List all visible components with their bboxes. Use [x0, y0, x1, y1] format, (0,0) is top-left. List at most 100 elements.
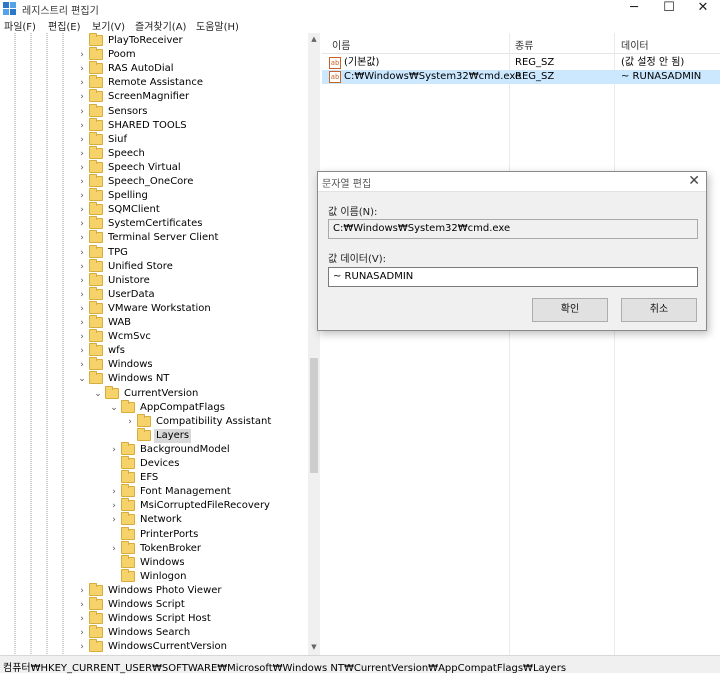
- expand-chevron-icon[interactable]: ›: [77, 175, 87, 189]
- tree-node[interactable]: › SystemCertificates: [0, 216, 305, 231]
- expand-chevron-icon[interactable]: ›: [77, 302, 87, 316]
- maximize-button[interactable]: ☐: [652, 0, 686, 17]
- expand-chevron-icon[interactable]: ›: [77, 203, 87, 217]
- value-name-field[interactable]: C:₩Windows₩System32₩cmd.exe: [328, 219, 698, 239]
- tree-node[interactable]: › ScreenMagnifier: [0, 89, 305, 104]
- expand-chevron-icon[interactable]: ›: [77, 358, 87, 372]
- tree-node[interactable]: EFS: [0, 470, 305, 485]
- expand-chevron-icon[interactable]: ›: [77, 147, 87, 161]
- expand-chevron-icon[interactable]: ›: [77, 105, 87, 119]
- expand-chevron-icon[interactable]: ›: [109, 513, 119, 527]
- tree-node[interactable]: › Speech Virtual: [0, 159, 305, 175]
- menu-favorites[interactable]: 즐겨찾기(A): [135, 18, 186, 33]
- menu-file[interactable]: 파일(F): [4, 18, 36, 33]
- tree-node[interactable]: › Font Management: [0, 484, 305, 499]
- expand-chevron-icon[interactable]: ›: [77, 133, 87, 147]
- expand-chevron-icon[interactable]: ›: [109, 499, 119, 513]
- column-data-header[interactable]: 데이터: [621, 37, 649, 52]
- dialog-close-icon[interactable]: ✕: [688, 173, 700, 189]
- tree-node[interactable]: › Unified Store: [0, 258, 305, 274]
- scroll-down-arrow-icon[interactable]: ▼: [308, 641, 320, 653]
- expand-chevron-icon[interactable]: ›: [77, 62, 87, 76]
- expand-chevron-icon[interactable]: ›: [77, 288, 87, 302]
- tree-node[interactable]: › Siuf: [0, 131, 305, 147]
- tree-node[interactable]: Devices: [0, 456, 305, 471]
- expand-chevron-icon[interactable]: ›: [77, 598, 87, 612]
- tree-node[interactable]: › WcmSvc: [0, 329, 305, 344]
- tree-node[interactable]: › Network: [0, 512, 305, 527]
- tree-node[interactable]: ⌄ Windows NT: [0, 371, 305, 386]
- expand-chevron-icon[interactable]: ›: [77, 161, 87, 175]
- tree-node[interactable]: › Speech_OneCore: [0, 174, 305, 189]
- expand-chevron-icon[interactable]: ›: [77, 119, 87, 133]
- collapse-chevron-icon[interactable]: ⌄: [93, 387, 103, 401]
- expand-chevron-icon[interactable]: ›: [77, 330, 87, 344]
- tree-node[interactable]: › SQMClient: [0, 202, 305, 217]
- tree-node[interactable]: › Unistore: [0, 272, 305, 288]
- tree-node[interactable]: PrinterPorts: [0, 526, 305, 542]
- expand-chevron-icon[interactable]: ›: [77, 231, 87, 245]
- tree-node[interactable]: › Windows Script: [0, 597, 305, 612]
- expand-chevron-icon[interactable]: ›: [77, 640, 87, 654]
- tree-node[interactable]: › Poom: [0, 47, 305, 62]
- tree-node[interactable]: › VMware Workstation: [0, 300, 305, 316]
- expand-chevron-icon[interactable]: ›: [77, 274, 87, 288]
- tree-node[interactable]: › Compatibility Assistant: [0, 413, 305, 429]
- expand-chevron-icon[interactable]: ›: [77, 344, 87, 358]
- tree-node[interactable]: › TPG: [0, 244, 305, 260]
- expand-chevron-icon[interactable]: ›: [77, 217, 87, 231]
- expand-chevron-icon[interactable]: ›: [77, 48, 87, 62]
- tree-node[interactable]: › Windows: [0, 357, 305, 372]
- close-button[interactable]: ✕: [686, 0, 720, 17]
- tree-node[interactable]: Winlogon: [0, 568, 305, 584]
- expand-chevron-icon[interactable]: ›: [77, 90, 87, 104]
- cancel-button[interactable]: 취소: [621, 298, 697, 322]
- expand-chevron-icon[interactable]: ›: [77, 626, 87, 640]
- expand-chevron-icon[interactable]: ›: [109, 542, 119, 556]
- value-data-field[interactable]: ~ RUNASADMIN: [328, 267, 698, 287]
- tree-node[interactable]: › TokenBroker: [0, 540, 305, 556]
- expand-chevron-icon[interactable]: ›: [77, 260, 87, 274]
- tree-node[interactable]: › UserData: [0, 286, 305, 302]
- column-type-header[interactable]: 종류: [515, 37, 533, 52]
- expand-chevron-icon[interactable]: ›: [125, 415, 135, 429]
- tree-node[interactable]: › Speech: [0, 145, 305, 161]
- scrollbar-thumb[interactable]: [310, 358, 318, 473]
- expand-chevron-icon[interactable]: ›: [77, 76, 87, 90]
- tree-node[interactable]: PlayToReceiver: [0, 33, 305, 48]
- tree-node[interactable]: Windows: [0, 554, 305, 570]
- value-row-default[interactable]: ab (기본값) REG_SZ (값 설정 안 됨): [322, 56, 720, 70]
- menu-view[interactable]: 보기(V): [92, 18, 125, 33]
- menu-help[interactable]: 도움말(H): [196, 18, 239, 33]
- tree-node[interactable]: › wfs: [0, 343, 305, 358]
- value-row-cmd[interactable]: ab C:₩Windows₩System32₩cmd.exe REG_SZ ~ …: [322, 70, 720, 84]
- collapse-chevron-icon[interactable]: ⌄: [109, 401, 119, 415]
- tree-node[interactable]: › Windows Search: [0, 625, 305, 640]
- ok-button[interactable]: 확인: [532, 298, 608, 322]
- tree-scrollbar[interactable]: ▲ ▼: [308, 33, 320, 655]
- tree-node[interactable]: › BackgroundModel: [0, 441, 305, 457]
- tree-node[interactable]: › Spelling: [0, 188, 305, 203]
- tree-node[interactable]: Layers: [0, 427, 305, 443]
- scroll-up-arrow-icon[interactable]: ▲: [308, 33, 320, 45]
- column-name-header[interactable]: 이름: [332, 37, 350, 52]
- registry-key-tree[interactable]: PlayToReceiver › Poom › RAS AutoDial › Remote …: [0, 33, 320, 655]
- tree-node[interactable]: › Remote Assistance: [0, 75, 305, 90]
- expand-chevron-icon[interactable]: ›: [77, 246, 87, 260]
- expand-chevron-icon[interactable]: ›: [109, 485, 119, 499]
- tree-node[interactable]: › Windows Photo Viewer: [0, 582, 305, 598]
- expand-chevron-icon[interactable]: ›: [77, 584, 87, 598]
- minimize-button[interactable]: ─: [617, 0, 651, 17]
- expand-chevron-icon[interactable]: ›: [77, 316, 87, 330]
- tree-node[interactable]: › WindowsCurrentVersion: [0, 639, 305, 654]
- menu-edit[interactable]: 편집(E): [48, 18, 81, 33]
- expand-chevron-icon[interactable]: ›: [77, 612, 87, 626]
- tree-node[interactable]: ⌄ CurrentVersion: [0, 385, 305, 401]
- tree-node[interactable]: › Sensors: [0, 103, 305, 119]
- expand-chevron-icon[interactable]: ›: [77, 189, 87, 203]
- tree-node[interactable]: › RAS AutoDial: [0, 61, 305, 76]
- tree-node[interactable]: › WAB: [0, 315, 305, 330]
- tree-node[interactable]: ⌄ AppCompatFlags: [0, 399, 305, 415]
- tree-node[interactable]: › MsiCorruptedFileRecovery: [0, 498, 305, 513]
- expand-chevron-icon[interactable]: ›: [109, 443, 119, 457]
